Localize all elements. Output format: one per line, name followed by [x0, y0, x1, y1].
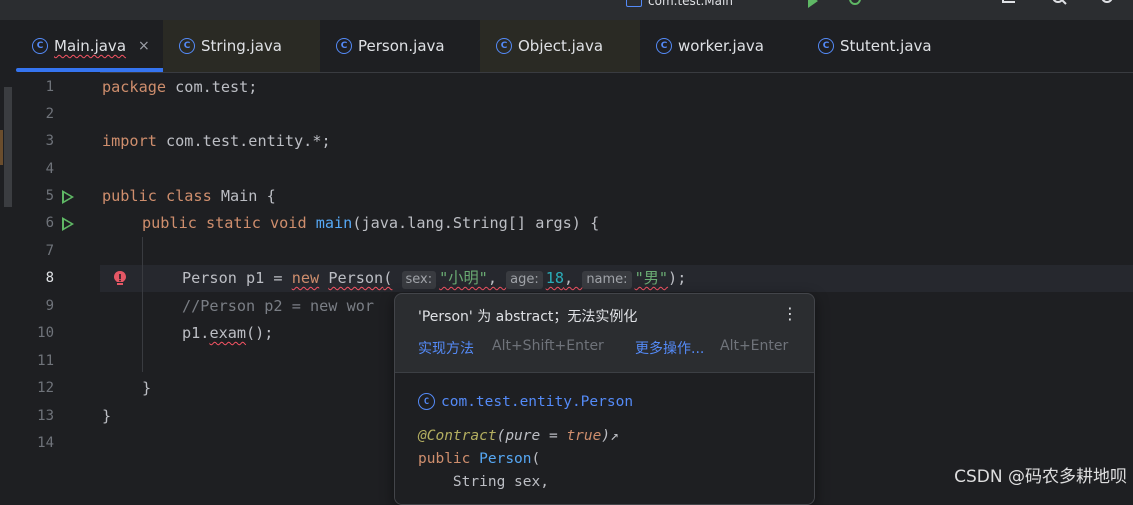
line-number: 10 — [37, 325, 54, 341]
tab-worker-java[interactable]: C worker.java — [640, 20, 802, 72]
run-config-icon — [626, 0, 642, 7]
more-actions-link[interactable]: 更多操作... — [635, 338, 704, 358]
line-number: 5 — [45, 188, 54, 204]
implement-methods-link[interactable]: 实现方法 — [418, 338, 474, 358]
java-class-icon: C — [818, 38, 834, 54]
line-number: 8 — [45, 270, 54, 286]
scroll-marker[interactable] — [4, 87, 12, 207]
line-number: 4 — [45, 161, 54, 177]
line-number: 14 — [37, 435, 54, 451]
line-number: 13 — [37, 408, 54, 424]
line-number: 11 — [37, 353, 54, 369]
search-icon[interactable] — [1050, 0, 1068, 8]
debug-icon[interactable] — [846, 0, 864, 8]
documentation-panel: C com.test.entity.Person @Contract(pure … — [395, 373, 814, 504]
line-number: 9 — [45, 298, 54, 314]
param-hint-age: age: — [506, 271, 543, 289]
implement-methods-shortcut: Alt+Shift+Enter — [492, 338, 604, 354]
title-toolbar: com.test.Main — [0, 0, 1133, 20]
change-marker — [0, 130, 3, 165]
code-line-3: import com.test.entity.*; — [102, 132, 331, 150]
line-number: 2 — [45, 106, 54, 122]
param-hint-sex: sex: — [401, 271, 437, 289]
popup-header: 'Person' 为 abstract；无法实例化 ⋮ 实现方法 Alt+Shi… — [395, 294, 814, 372]
run-icon[interactable] — [804, 0, 822, 8]
java-class-icon: C — [336, 38, 352, 54]
popup-more-icon[interactable]: ⋮ — [782, 304, 798, 323]
java-class-icon: C — [496, 38, 512, 54]
tab-label: Person.java — [358, 37, 445, 55]
code-line-9: //Person p2 = new wor — [182, 297, 375, 315]
tab-label: worker.java — [678, 37, 764, 55]
line-number: 7 — [45, 243, 54, 259]
tab-label: Object.java — [518, 37, 604, 55]
code-line-13: } — [102, 407, 112, 425]
csdn-watermark: CSDN @码农多耕地呗 — [954, 467, 1127, 487]
code-line-12: } — [142, 379, 152, 397]
tab-main-java[interactable]: C Main.java × — [16, 20, 165, 72]
java-class-icon: C — [179, 38, 195, 54]
tab-person-java[interactable]: C Person.java — [320, 20, 480, 72]
doc-annotation-line: @Contract(pure = true)↗ — [418, 428, 619, 444]
error-quickfix-popup: 'Person' 为 abstract；无法实例化 ⋮ 实现方法 Alt+Shi… — [394, 293, 815, 505]
run-class-gutter-icon[interactable] — [62, 190, 74, 204]
java-class-icon: C — [418, 393, 435, 410]
more-actions-icon[interactable] — [890, 0, 908, 8]
tab-stutent-java[interactable]: C Stutent.java — [802, 20, 972, 72]
external-link-icon: ↗ — [610, 428, 619, 444]
doc-class-link[interactable]: C com.test.entity.Person — [418, 393, 633, 410]
error-message: 'Person' 为 abstract；无法实例化 — [418, 309, 638, 325]
doc-param-line: String sex, — [418, 474, 549, 490]
run-configuration-selector[interactable]: com.test.Main — [626, 0, 733, 8]
param-hint-name: name: — [582, 271, 632, 289]
settings-icon[interactable] — [1098, 0, 1116, 8]
line-number: 6 — [45, 215, 54, 231]
line-number: 3 — [45, 133, 54, 149]
editor-tabs: C Main.java × C String.java C Person.jav… — [0, 20, 1133, 73]
tab-label: String.java — [201, 37, 282, 55]
tab-label: Main.java — [54, 37, 127, 55]
tab-object-java[interactable]: C Object.java — [480, 20, 640, 72]
code-line-6: public static void main(java.lang.String… — [142, 214, 600, 232]
code-line-10: p1.exam(); — [182, 324, 274, 342]
code-line-1: package com.test; — [102, 78, 258, 96]
tab-label: Stutent.java — [840, 37, 932, 55]
doc-signature-line: public Person( — [418, 451, 541, 467]
code-line-8: Person p1 = new Person( sex: "小明", age: 18… — [182, 269, 687, 289]
line-number: 12 — [37, 380, 54, 396]
tab-string-java[interactable]: C String.java — [163, 20, 320, 72]
run-config-label: com.test.Main — [648, 0, 733, 8]
more-actions-shortcut: Alt+Enter — [720, 338, 789, 354]
add-user-icon[interactable] — [1000, 0, 1018, 8]
run-main-gutter-icon[interactable] — [62, 217, 74, 231]
code-line-5: public class Main { — [102, 187, 276, 205]
line-number: 1 — [45, 79, 54, 95]
java-class-icon: C — [32, 38, 48, 54]
java-class-icon: C — [656, 38, 672, 54]
close-tab-icon[interactable]: × — [138, 38, 150, 54]
